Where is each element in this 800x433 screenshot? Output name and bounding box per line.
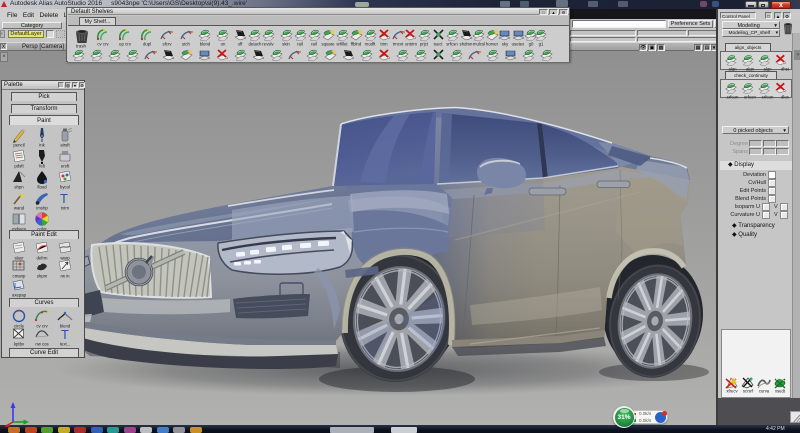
svg-text:ep crv: ep crv [119,42,132,47]
svg-text:horver: horver [486,42,499,47]
svg-text:prjct: prjct [420,42,429,47]
svg-text:ffblnd: ffblnd [351,42,362,47]
svg-text:srfcon: srfcon [744,94,756,99]
svg-text:dupl: dupl [143,42,151,47]
svg-text:skin: skin [282,42,290,47]
svg-text:rail: rail [311,42,317,47]
svg-text:scrsrf: scrsrf [743,389,754,394]
svg-text:dhst: dhst [781,66,790,71]
svg-text:curva: curva [759,389,770,394]
svg-text:isect: isect [434,42,444,47]
svg-text:sky: sky [502,42,509,47]
svg-text:dloc: dloc [781,94,790,99]
svg-text:modft: modft [365,42,377,47]
svg-text:T: T [61,327,69,342]
svg-text:srfillet: srfillet [336,42,348,47]
svg-text:sfcrv: sfcrv [162,42,172,47]
svg-text:circle: circle [14,324,25,329]
svg-text:trash: trash [76,44,87,49]
svg-text:trim: trim [380,42,388,47]
svg-text:nw cos: nw cos [35,342,48,347]
svg-text:revslv: revslv [262,42,274,47]
svg-text:text...: text... [60,342,71,347]
svg-text:xsedt: xsedt [775,389,786,394]
svg-text:cv crv: cv crv [97,42,109,47]
svg-text:srfcsn: srfcsn [446,42,458,47]
svg-text:off: off [238,42,244,47]
svg-text:xfrecv: xfrecv [726,389,738,394]
svg-text:g1: g1 [539,42,544,47]
svg-text:shdrsn: shdrsn [460,42,474,47]
svg-text:on: on [221,42,226,47]
svg-text:rail: rail [297,42,303,47]
svg-text:blend: blend [200,42,211,47]
svg-text:kptbx: kptbx [14,342,25,347]
svg-text:usetex: usetex [512,42,526,47]
svg-text:mulcsl: mulcsl [473,42,485,47]
svg-text:square: square [321,42,335,47]
svg-text:trncvt: trncvt [393,42,404,47]
svg-text:g0: g0 [529,42,534,47]
svg-text:srfcon: srfcon [727,94,739,99]
svg-text:cv crv: cv crv [36,324,48,329]
svg-text:untrim: untrim [405,42,417,47]
svg-text:srfcon: srfcon [762,94,774,99]
svg-text:detach: detach [249,42,263,47]
svg-text:stch: stch [182,42,190,47]
